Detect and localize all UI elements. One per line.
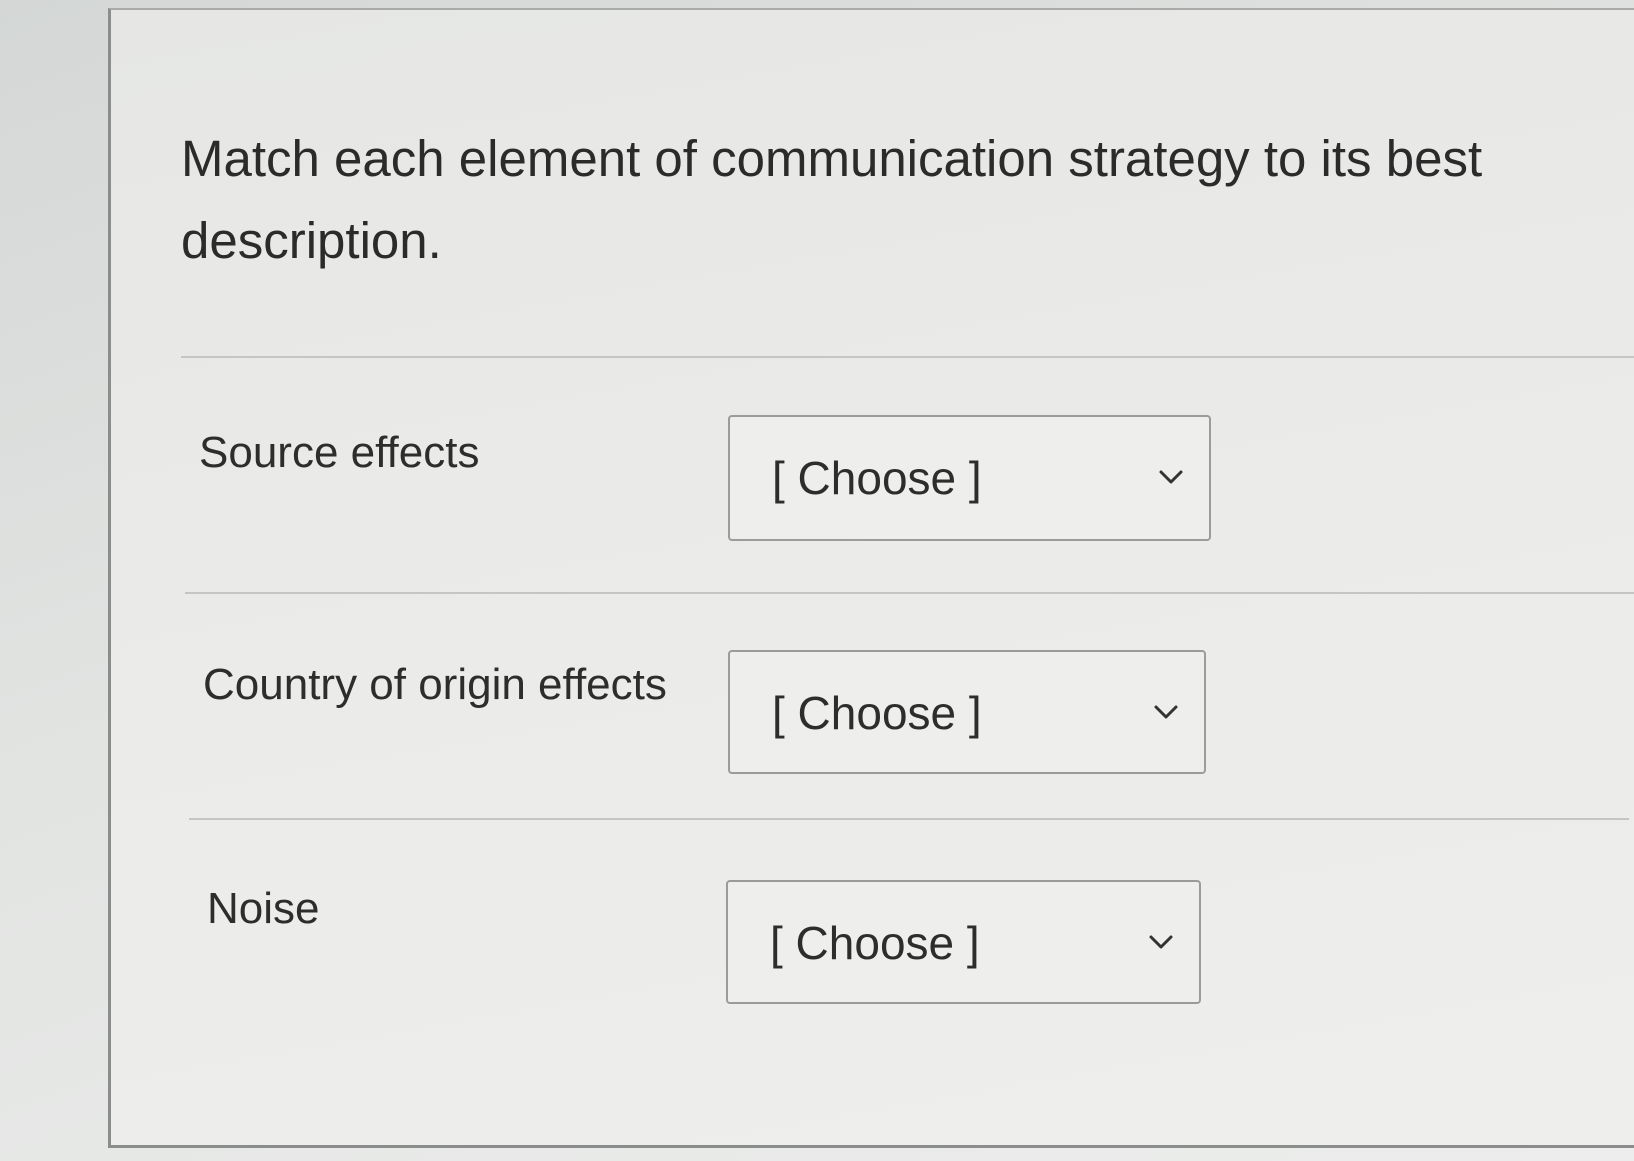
select-value: [ Choose ] bbox=[772, 452, 982, 504]
chevron-down-icon bbox=[1159, 470, 1183, 484]
question-text: Match each element of communication stra… bbox=[181, 130, 1483, 269]
select-noise[interactable]: [ Choose ] bbox=[726, 880, 1201, 1004]
question-panel: Match each element of communication stra… bbox=[108, 8, 1634, 1148]
divider bbox=[189, 818, 1629, 820]
row-label-source-effects: Source effects bbox=[199, 428, 480, 477]
row-label-noise: Noise bbox=[207, 884, 320, 933]
chevron-down-icon bbox=[1154, 705, 1178, 719]
select-source-effects[interactable]: [ Choose ] bbox=[728, 415, 1211, 541]
select-value: [ Choose ] bbox=[772, 687, 982, 739]
select-value: [ Choose ] bbox=[770, 917, 980, 969]
divider bbox=[181, 356, 1634, 358]
divider bbox=[185, 592, 1634, 594]
chevron-down-icon bbox=[1149, 935, 1173, 949]
row-label-country-of-origin-effects: Country of origin effects bbox=[203, 660, 667, 709]
select-country-of-origin-effects[interactable]: [ Choose ] bbox=[728, 650, 1206, 774]
